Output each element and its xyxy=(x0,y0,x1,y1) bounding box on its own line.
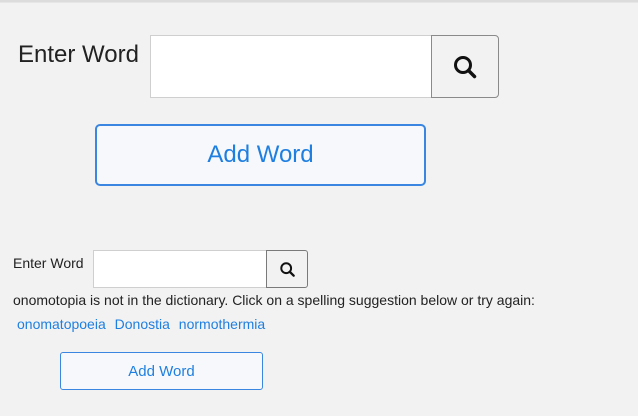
large-enter-word-label: Enter Word xyxy=(18,41,139,68)
small-add-word-button[interactable]: Add Word xyxy=(60,352,263,390)
large-search-button[interactable] xyxy=(431,35,499,98)
suggestion-link-normothermia[interactable]: normothermia xyxy=(179,316,265,332)
suggestion-list: onomatopoeia Donostia normothermia xyxy=(17,315,270,333)
suggestion-link-onomatopoeia[interactable]: onomatopoeia xyxy=(17,316,106,332)
small-enter-word-label: Enter Word xyxy=(13,255,84,271)
not-found-message: onomotopia is not in the dictionary. Cli… xyxy=(13,292,535,308)
large-word-input[interactable] xyxy=(150,35,432,98)
small-search-button[interactable] xyxy=(266,250,308,288)
top-divider xyxy=(0,0,638,3)
magnifier-icon xyxy=(452,54,478,80)
suggestion-link-donostia[interactable]: Donostia xyxy=(115,316,170,332)
magnifier-icon xyxy=(279,261,296,278)
large-add-word-button[interactable]: Add Word xyxy=(95,124,426,186)
small-word-input[interactable] xyxy=(93,250,267,288)
